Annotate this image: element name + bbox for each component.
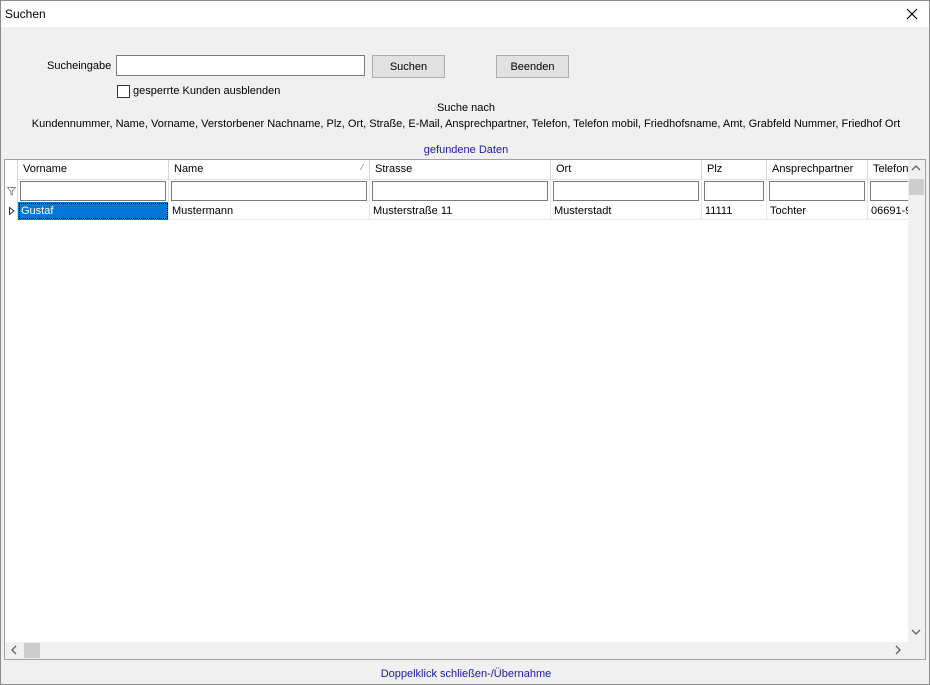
row-header[interactable] (5, 202, 18, 220)
row-header-corner (5, 160, 18, 180)
arrow-down-icon[interactable] (911, 629, 921, 639)
search-by-fields: Kundennummer, Name, Vorname, Verstorbene… (31, 118, 901, 130)
arrow-up-icon[interactable] (911, 164, 921, 174)
horizontal-scroll-thumb[interactable] (24, 643, 40, 658)
filter-cell-ansprechpartner (767, 180, 868, 202)
close-icon (906, 8, 918, 20)
filter-cell-ort (551, 180, 702, 202)
search-input[interactable] (116, 55, 365, 76)
arrow-left-icon[interactable] (10, 645, 17, 658)
exit-button[interactable]: Beenden (496, 55, 569, 78)
filter-input-name[interactable] (171, 181, 367, 201)
search-window: Suchen Sucheingabe Suchen Beenden gesper… (0, 0, 930, 685)
results-grid[interactable]: Vorname Name ⁄ Strasse Ort Plz Ansprechpa… (4, 159, 926, 660)
filter-input-ort[interactable] (553, 181, 699, 201)
cell-ort[interactable]: Musterstadt (551, 202, 702, 220)
filter-icon (7, 187, 16, 196)
filter-cell-strasse (370, 180, 551, 202)
horizontal-scrollbar[interactable] (5, 642, 908, 659)
results-caption: gefundene Daten (423, 144, 509, 156)
footer-hint: Doppelklick schließen-/Übernahme (380, 668, 552, 680)
row-indicator-icon (9, 207, 15, 215)
sort-icon: ⁄ (361, 163, 363, 172)
filter-row-header (5, 180, 18, 202)
search-label: Sucheingabe (47, 60, 112, 72)
search-by-heading: Suche nach (436, 102, 496, 114)
table-row[interactable]: Gustaf Mustermann Musterstraße 11 Muster… (5, 202, 911, 220)
hide-blocked-label: gesperrte Kunden ausblenden (133, 85, 281, 97)
column-header-ort[interactable]: Ort (551, 160, 702, 180)
filter-input-vorname[interactable] (20, 181, 166, 201)
arrow-right-icon[interactable] (895, 645, 902, 658)
search-button[interactable]: Suchen (372, 55, 445, 78)
vertical-scrollbar[interactable] (908, 160, 925, 642)
filter-input-strasse[interactable] (372, 181, 548, 201)
filter-cell-name (169, 180, 370, 202)
filter-input-ansprechpartner[interactable] (769, 181, 865, 201)
column-header-vorname[interactable]: Vorname (18, 160, 169, 180)
filter-cell-plz (702, 180, 767, 202)
cell-vorname[interactable]: Gustaf (18, 202, 169, 220)
filter-row (5, 180, 925, 202)
cell-strasse[interactable]: Musterstraße 11 (370, 202, 551, 220)
hide-blocked-checkbox[interactable] (117, 85, 130, 98)
filter-cell-vorname (18, 180, 169, 202)
scrollbar-corner (908, 642, 925, 659)
filter-input-plz[interactable] (704, 181, 764, 201)
vertical-scroll-thumb[interactable] (909, 179, 924, 195)
window-title: Suchen (5, 7, 46, 21)
grid-header-row: Vorname Name ⁄ Strasse Ort Plz Ansprechpa… (5, 160, 925, 180)
column-header-plz[interactable]: Plz (702, 160, 767, 180)
column-header-name[interactable]: Name ⁄ (169, 160, 370, 180)
title-bar: Suchen (1, 1, 929, 27)
close-button[interactable] (895, 1, 929, 27)
cell-ansprechpartner[interactable]: Tochter (767, 202, 868, 220)
cell-plz[interactable]: 11111 (702, 202, 767, 220)
column-header-ansprechpartner[interactable]: Ansprechpartner (767, 160, 868, 180)
cell-name[interactable]: Mustermann (169, 202, 370, 220)
column-header-strasse[interactable]: Strasse (370, 160, 551, 180)
